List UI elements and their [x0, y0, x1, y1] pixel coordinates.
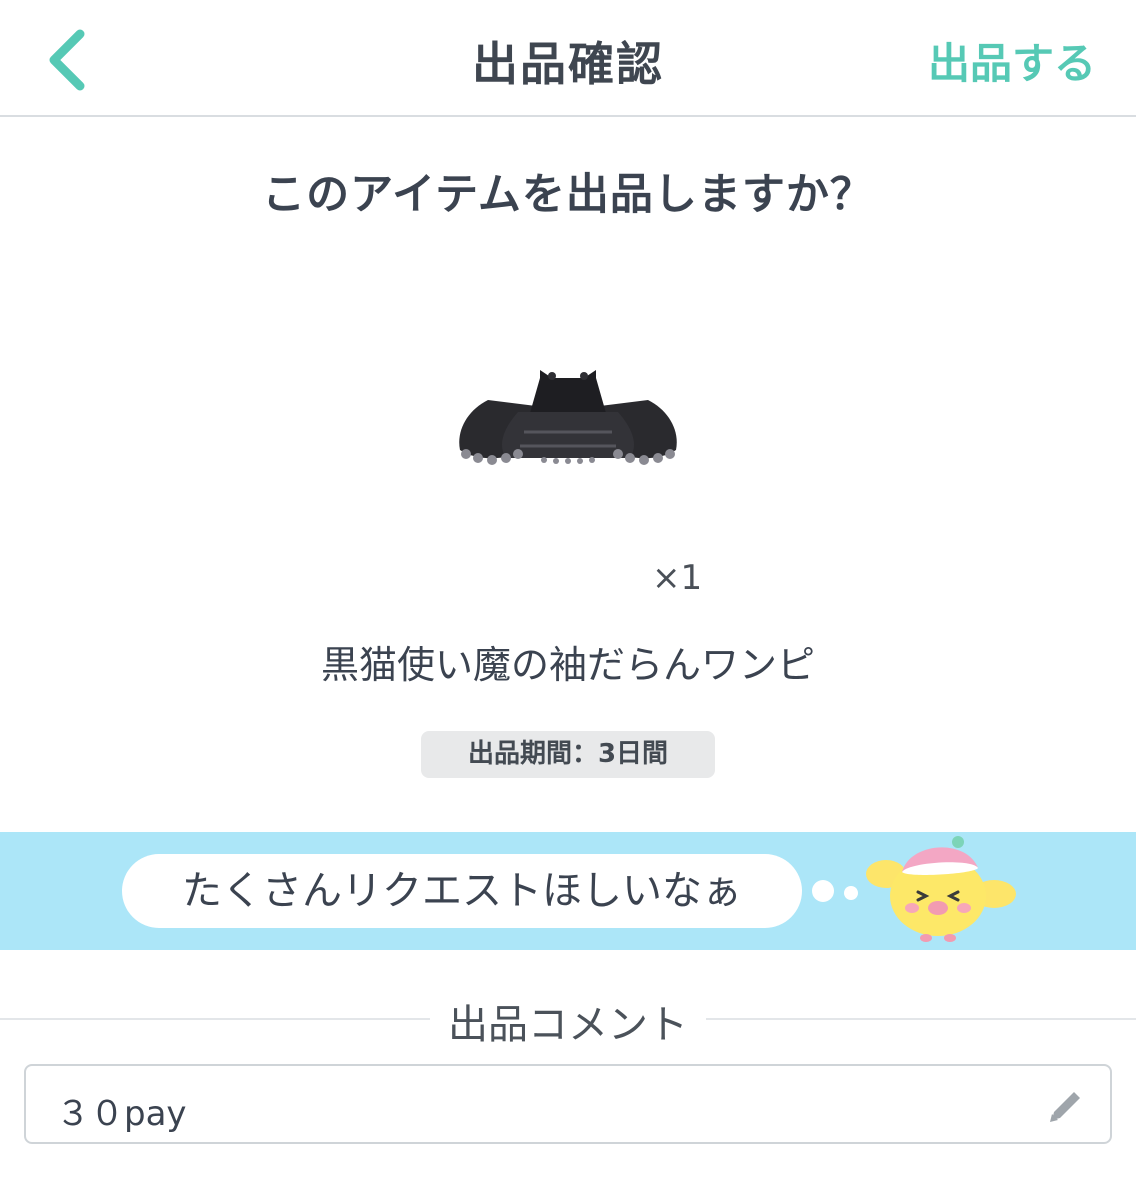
item-image	[448, 350, 688, 480]
bubble-dot	[844, 886, 858, 900]
listing-comment-field[interactable]: ３０pay	[24, 1064, 1112, 1144]
speech-bubble: たくさんリクエストほしいなぁ	[122, 854, 802, 928]
submit-listing-button[interactable]: 出品する	[928, 30, 1096, 91]
comment-section-title: 出品コメント	[430, 992, 706, 1050]
confirm-question: このアイテムを出品しますか？	[262, 170, 874, 220]
item-name: 黒猫使い魔の袖だらんワンピ	[320, 643, 815, 687]
bubble-dot	[812, 880, 834, 902]
listing-period-badge: 出品期間：3日間	[421, 731, 715, 778]
mascot-banner: たくさんリクエストほしいなぁ	[0, 832, 1136, 950]
pencil-icon[interactable]	[1044, 1084, 1088, 1128]
header: 出品確認 出品する	[0, 0, 1136, 117]
item-quantity: ×1	[652, 558, 703, 598]
comment-value: ３０pay	[56, 1094, 187, 1134]
bird-mascot-icon	[862, 834, 1022, 948]
